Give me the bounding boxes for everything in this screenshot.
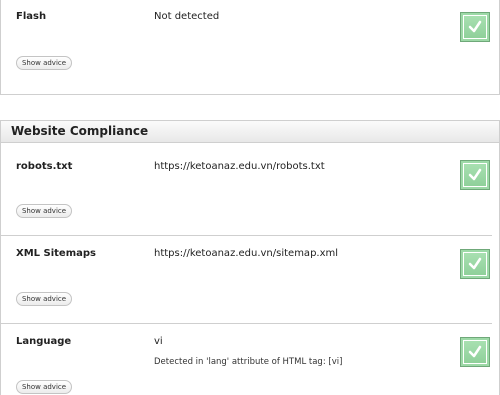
flash-panel: Flash Not detected Show advice: [0, 0, 500, 95]
compliance-panel: Website Compliance robots.txt https://ke…: [0, 120, 500, 395]
flash-check-icon: [460, 12, 490, 42]
flash-show-advice-button[interactable]: Show advice: [16, 56, 72, 70]
language-label: Language: [16, 336, 72, 347]
flash-value: Not detected: [154, 11, 220, 22]
language-show-advice-button[interactable]: Show advice: [16, 380, 72, 394]
sitemap-label: XML Sitemaps: [16, 248, 96, 259]
robots-row: robots.txt https://ketoanaz.edu.vn/robot…: [1, 143, 492, 236]
sitemap-value: https://ketoanaz.edu.vn/sitemap.xml: [154, 248, 339, 259]
robots-show-advice-button[interactable]: Show advice: [16, 204, 72, 218]
flash-label: Flash: [16, 11, 47, 22]
language-detection-note: Detected in 'lang' attribute of HTML tag…: [154, 357, 343, 367]
flash-row: Flash Not detected Show advice: [1, 0, 492, 93]
sitemap-show-advice-button[interactable]: Show advice: [16, 292, 72, 306]
robots-value: https://ketoanaz.edu.vn/robots.txt: [154, 161, 325, 172]
compliance-section-title: Website Compliance: [1, 121, 499, 143]
language-row: Language vi Detected in 'lang' attribute…: [1, 324, 492, 395]
robots-check-icon: [460, 160, 490, 190]
sitemap-row: XML Sitemaps https://ketoanaz.edu.vn/sit…: [1, 236, 492, 324]
robots-label: robots.txt: [16, 161, 73, 172]
language-value: vi: [154, 336, 163, 347]
sitemap-check-icon: [460, 249, 490, 279]
language-check-icon: [460, 337, 490, 367]
